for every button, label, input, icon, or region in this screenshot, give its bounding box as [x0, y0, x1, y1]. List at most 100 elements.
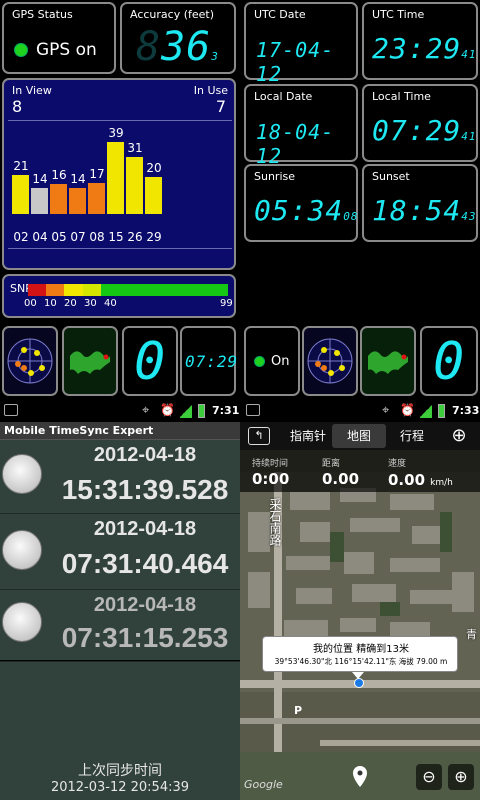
- world-map-panel[interactable]: [62, 326, 118, 396]
- in-use-label: In Use: [193, 84, 228, 97]
- radar-panel[interactable]: [2, 326, 58, 396]
- satellite-panel: In View 8 In Use 7 21 02 14 04 16 05 14 07 17 08 3…: [2, 78, 236, 270]
- satellite-prn-label: 04: [32, 230, 48, 244]
- sunrise-seconds: 08: [343, 210, 359, 223]
- snr-tick: 10: [44, 298, 57, 309]
- gps-crosshair-icon: ⌖: [382, 403, 390, 418]
- timesync-footer-divider: [0, 660, 240, 661]
- accuracy-ghost-digit: 8: [136, 24, 162, 70]
- speed-unit: km/h: [430, 478, 453, 488]
- snr-legend-panel: SNR 00 10 20 30 40 99: [2, 274, 236, 318]
- tab-compass[interactable]: 指南针: [284, 422, 332, 450]
- snr-bar-chart: 21 02 14 04 16 05 14 07 17 08 39 15 31 26 20 29: [8, 122, 232, 250]
- battery-icon: [198, 404, 205, 418]
- local-date-label: Local Date: [254, 90, 313, 103]
- map-pin-icon[interactable]: [350, 764, 370, 790]
- in-use-value: 7: [215, 97, 226, 116]
- utc-time-label: UTC Time: [372, 8, 425, 21]
- locate-crosshair-icon[interactable]: ⊕: [446, 424, 472, 448]
- distance-label: 距离: [322, 459, 341, 469]
- time-row-device[interactable]: 2012-04-18 07:31:15.253: [0, 590, 240, 662]
- clock-icon: [2, 602, 42, 642]
- sunset-panel: Sunset 18:5443: [362, 164, 478, 242]
- local-date-value: 18-04-12: [256, 120, 335, 168]
- battery-icon: [438, 404, 445, 418]
- status-bar-right: ⌖ ⏰ 7:33: [240, 400, 480, 422]
- timesync-title-bar: Mobile TimeSync Expert: [0, 422, 240, 440]
- tab-map[interactable]: 地图: [332, 424, 386, 448]
- map-toolbar: ↰ 指南针 地图 行程 ⊕: [240, 422, 480, 450]
- status-time: 7:33: [452, 404, 480, 417]
- trip-stats: 持续时间 0:00 距离 0.00 速度 0.00 km/h: [240, 450, 480, 492]
- snr-bar-value: 31: [127, 141, 143, 155]
- accuracy-panel: Accuracy (feet) 8363: [120, 2, 236, 74]
- utc-time-seconds: 41: [461, 48, 477, 61]
- snr-bar-value: 17: [89, 167, 105, 181]
- utc-date-label: UTC Date: [254, 8, 306, 21]
- gps-crosshair-icon: ⌖: [142, 403, 150, 418]
- timesync-app: Mobile TimeSync Expert 2012-04-18 15:31:…: [0, 422, 240, 800]
- sunset-label: Sunset: [372, 170, 410, 183]
- utc-date-panel: UTC Date 17-04-12: [244, 2, 358, 86]
- speed-label: 速度: [388, 459, 407, 469]
- my-location-marker-icon: [354, 678, 364, 688]
- time-row-date: 2012-04-18: [93, 444, 197, 466]
- on-status-panel[interactable]: On: [244, 326, 300, 396]
- snr-tick: 20: [64, 298, 77, 309]
- distance-value: 0.00: [322, 470, 360, 488]
- on-status-label: On: [271, 354, 290, 369]
- accuracy-decimal: 3: [211, 50, 219, 63]
- location-popup[interactable]: 我的位置 精确到13米 39°53'46.30"北 116°15'42.11"东…: [262, 636, 458, 672]
- sunrise-panel: Sunrise 05:3408: [244, 164, 358, 242]
- accuracy-value: 36: [161, 24, 212, 70]
- satellite-radar-icon: [307, 338, 353, 384]
- satellite-prn-label: 08: [89, 230, 105, 244]
- time-row-date: 2012-04-18: [93, 594, 197, 616]
- signal-icon: [180, 404, 192, 418]
- snr-bar-value: 16: [51, 168, 67, 182]
- gps-status-panel: GPS Status GPS on: [2, 2, 116, 74]
- signal-icon: [420, 404, 432, 418]
- clock-icon: [2, 454, 42, 494]
- gps-status-label: GPS Status: [12, 8, 73, 21]
- local-time-seconds: 41: [461, 130, 477, 143]
- satellite-prn-label: 29: [146, 230, 162, 244]
- last-sync-label: 上次同步时间: [78, 763, 162, 779]
- zoom-in-button[interactable]: ⊕: [448, 764, 474, 790]
- counter-panel-left: 0: [122, 326, 178, 396]
- time-row-date: 2012-04-18: [93, 518, 197, 540]
- utc-date-value: 17-04-12: [256, 38, 335, 86]
- time-row-time: 07:31:40.464: [61, 548, 229, 579]
- utc-time-value: 23:29: [372, 32, 462, 65]
- time-row-utc[interactable]: 2012-04-18 15:31:39.528: [0, 440, 240, 514]
- snr-bar: [107, 142, 124, 214]
- bottom-time-value: 07:29: [185, 352, 239, 371]
- satellite-radar-icon: [7, 338, 53, 384]
- snr-bar: [126, 157, 143, 214]
- route-icon[interactable]: ↰: [248, 427, 270, 445]
- snr-bar-value: 39: [108, 126, 124, 140]
- snr-bar: [145, 177, 162, 214]
- gps-status-value: GPS on: [36, 40, 97, 60]
- snr-bar-value: 21: [13, 159, 29, 173]
- snr-bar-value: 14: [32, 172, 48, 186]
- google-logo: Google: [244, 778, 283, 791]
- world-map-icon: [368, 351, 408, 374]
- satellite-prn-label: 26: [127, 230, 143, 244]
- snr-bar-value: 14: [70, 172, 86, 186]
- status-bar-left: ⌖ ⏰ 7:31: [0, 400, 240, 422]
- sunset-value: 18:54: [372, 194, 462, 227]
- time-row-time: 15:31:39.528: [61, 474, 229, 505]
- snr-bar: [69, 188, 86, 214]
- time-row-local[interactable]: 2012-04-18 07:31:40.464: [0, 516, 240, 590]
- tab-trip[interactable]: 行程: [388, 422, 436, 450]
- world-map-panel-right[interactable]: [360, 326, 416, 396]
- zoom-out-button[interactable]: ⊖: [416, 764, 442, 790]
- duration-value: 0:00: [252, 470, 290, 488]
- counter-panel-right: 0: [420, 326, 478, 396]
- radar-panel-right[interactable]: [302, 326, 358, 396]
- satellite-prn-label: 15: [108, 230, 124, 244]
- counter-left-value: 0: [134, 332, 167, 392]
- local-time-panel: Local Time 07:2941: [362, 84, 478, 162]
- in-view-label: In View: [12, 84, 52, 97]
